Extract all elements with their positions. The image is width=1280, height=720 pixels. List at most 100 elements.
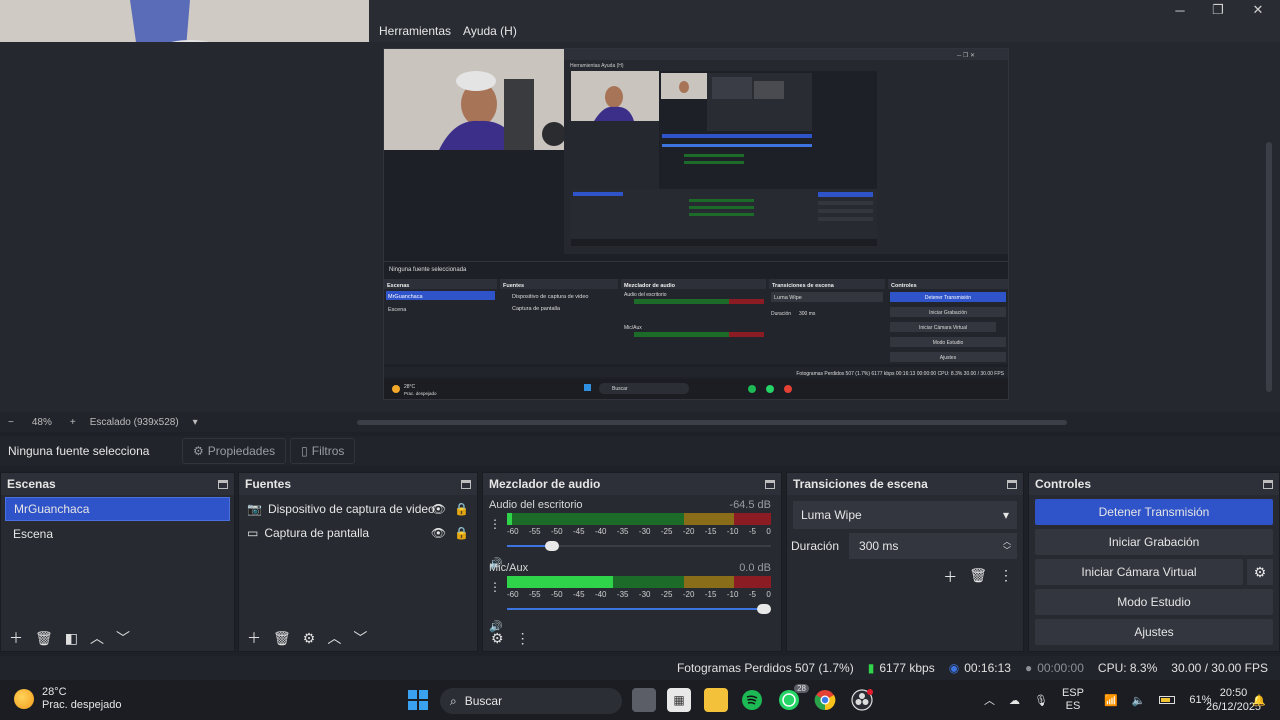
weather-desc: Prac. despejado — [42, 699, 122, 711]
scenes-dock: Escenas MrGuanchaca Escena ＋ 🗑 ◧ ︿ ﹀ — [0, 472, 235, 652]
mixer-title: Mezclador de audio — [489, 477, 601, 491]
studio-mode-button[interactable]: Modo Estudio — [1035, 589, 1273, 615]
delete-scene-icon[interactable]: 🗑 — [35, 630, 53, 647]
meter-tick: -45 — [572, 527, 585, 536]
slider-knob[interactable] — [757, 604, 771, 614]
cloud-icon[interactable]: ☁ — [1009, 694, 1020, 707]
delete-transition-icon[interactable]: 🗑 — [969, 567, 987, 587]
eye-icon[interactable]: 👁 — [431, 526, 446, 540]
duration-value: 300 ms — [859, 539, 899, 553]
notification-icon[interactable]: 🔔 — [1252, 680, 1266, 720]
screen-capture-image: Herramientas Ayuda (H) ─ ❐ ✕ Ninguna fue… — [384, 49, 1008, 399]
move-down-icon[interactable]: ﹀ — [116, 628, 130, 648]
chrome-icon[interactable] — [813, 688, 837, 712]
battery-icon[interactable] — [1159, 696, 1176, 704]
add-transition-icon[interactable]: ＋ — [943, 567, 957, 587]
svg-text:Dispositivo de captura de vide: Dispositivo de captura de video — [512, 294, 588, 300]
minimize-button[interactable]: ─ — [1161, 0, 1199, 20]
scenes-title: Escenas — [7, 477, 56, 491]
program-preview[interactable]: Herramientas Ayuda (H) ─ ❐ ✕ Ninguna fue… — [383, 48, 1009, 400]
microphone-icon[interactable]: 🎙 — [1034, 694, 1048, 707]
undock-icon[interactable] — [1263, 479, 1273, 489]
folder-icon[interactable] — [704, 688, 728, 712]
zoom-out-button[interactable]: − — [8, 417, 14, 428]
volume-icon[interactable]: 🔈 — [1132, 694, 1146, 707]
weather-temp: 28°C — [42, 686, 67, 698]
lock-icon[interactable]: 🔒 — [454, 502, 469, 516]
undock-icon[interactable] — [218, 479, 228, 489]
horizontal-scrollbar[interactable] — [357, 420, 1067, 425]
start-icon[interactable] — [406, 688, 430, 712]
move-up-icon[interactable]: ︿ — [90, 628, 104, 648]
menu-bar: Herramientas Ayuda (H) — [369, 20, 1280, 42]
gear-icon[interactable]: ⚙ — [1247, 559, 1273, 585]
add-scene-icon[interactable]: ＋ — [9, 628, 23, 648]
whatsapp-icon[interactable]: 28 — [777, 684, 809, 712]
menu-ayuda[interactable]: Ayuda (H) — [463, 24, 517, 38]
channel-db: 0.0 dB — [739, 562, 771, 574]
scene-item-escena[interactable]: Escena — [5, 522, 230, 546]
settings-button[interactable]: Ajustes — [1035, 619, 1273, 645]
undock-icon[interactable] — [461, 479, 471, 489]
mixer-menu-icon[interactable]: ⋮ — [516, 630, 530, 647]
gear-icon[interactable]: ⚙ — [303, 630, 316, 647]
menu-herramientas[interactable]: Herramientas — [379, 24, 451, 38]
spinner-icon[interactable]: ︿ ﹀ — [1003, 537, 1011, 555]
delete-source-icon[interactable]: 🗑 — [273, 630, 291, 647]
properties-button[interactable]: ⚙ Propiedades — [182, 438, 287, 464]
transition-select[interactable]: Luma Wipe ▾ — [793, 501, 1017, 529]
advanced-audio-icon[interactable]: ⚙ — [491, 630, 504, 647]
fps: 30.00 / 30.00 FPS — [1171, 661, 1268, 675]
zoom-in-button[interactable]: + — [70, 417, 76, 428]
chevron-up-icon[interactable]: ︿ — [984, 692, 995, 708]
move-up-icon[interactable]: ︿ — [327, 628, 341, 648]
duration-input[interactable]: 300 ms ︿ ﹀ — [849, 533, 1017, 559]
start-recording-button[interactable]: Iniciar Grabación — [1035, 529, 1273, 555]
taskbar-search[interactable]: ⌕ Buscar — [440, 688, 622, 714]
maximize-button[interactable]: ❐ — [1199, 0, 1237, 20]
scale-mode-select[interactable]: Escalado (939x528) — [90, 417, 179, 428]
eye-icon[interactable]: 👁 — [431, 502, 446, 516]
source-item-screen[interactable]: ▭ Captura de pantalla 👁 🔒 — [239, 521, 477, 545]
level-meter — [507, 513, 771, 525]
close-button[interactable]: ✕ — [1239, 0, 1277, 20]
volume-slider[interactable] — [507, 603, 771, 615]
filter-icon[interactable]: ◧ — [65, 630, 78, 647]
language-indicator[interactable]: ESP ES — [1062, 687, 1084, 713]
meter-tick: -40 — [594, 590, 607, 599]
channel-name: Audio del escritorio — [489, 499, 583, 511]
weather-widget[interactable]: 28°C Prac. despejado — [14, 686, 122, 712]
mixer-channel-desktop: Audio del escritorio -64.5 dB ⋮ -60 -55 -5… — [483, 495, 781, 570]
move-down-icon[interactable]: ﹀ — [353, 628, 367, 648]
lock-icon[interactable]: 🔒 — [454, 526, 469, 540]
sources-title: Fuentes — [245, 477, 292, 491]
obs-icon[interactable] — [850, 688, 874, 712]
channel-menu-icon[interactable]: ⋮ — [489, 580, 501, 594]
add-source-icon[interactable]: ＋ — [247, 628, 261, 648]
meter-tick: -20 — [682, 590, 695, 599]
channel-menu-icon[interactable]: ⋮ — [489, 517, 501, 531]
store-icon[interactable]: ▦ — [667, 688, 691, 712]
monitor-icon: ▭ — [247, 526, 259, 540]
undock-icon[interactable] — [1007, 479, 1017, 489]
scene-item-mrguanchaca[interactable]: MrGuanchaca — [5, 497, 230, 521]
nested-menu-text: Herramientas Ayuda (H) — [570, 63, 624, 69]
stop-streaming-button[interactable]: Detener Transmisión — [1035, 499, 1273, 525]
stream-time: 00:16:13 — [964, 661, 1011, 675]
chevron-down-icon[interactable]: ▾ — [193, 417, 198, 428]
filters-button[interactable]: ▯ Filtros — [290, 438, 356, 464]
slider-knob[interactable] — [544, 541, 559, 551]
sources-dock: Fuentes 📷 Dispositivo de captura de vide… — [238, 472, 478, 652]
task-view-icon[interactable] — [632, 688, 656, 712]
vertical-scrollbar[interactable] — [1266, 142, 1272, 392]
start-virtual-camera-button[interactable]: Iniciar Cámara Virtual — [1035, 559, 1243, 585]
undock-icon[interactable] — [765, 479, 775, 489]
volume-slider[interactable] — [507, 540, 771, 552]
wifi-icon[interactable]: 📶 — [1104, 694, 1118, 707]
spotify-icon[interactable] — [740, 688, 764, 712]
chevron-down-icon: ▾ — [1002, 508, 1009, 522]
transition-menu-icon[interactable]: ⋮ — [999, 567, 1013, 587]
source-item-camera[interactable]: 📷 Dispositivo de captura de video 👁 🔒 — [239, 497, 477, 521]
svg-text:Buscar: Buscar — [612, 386, 628, 392]
meter-tick: -45 — [572, 590, 585, 599]
